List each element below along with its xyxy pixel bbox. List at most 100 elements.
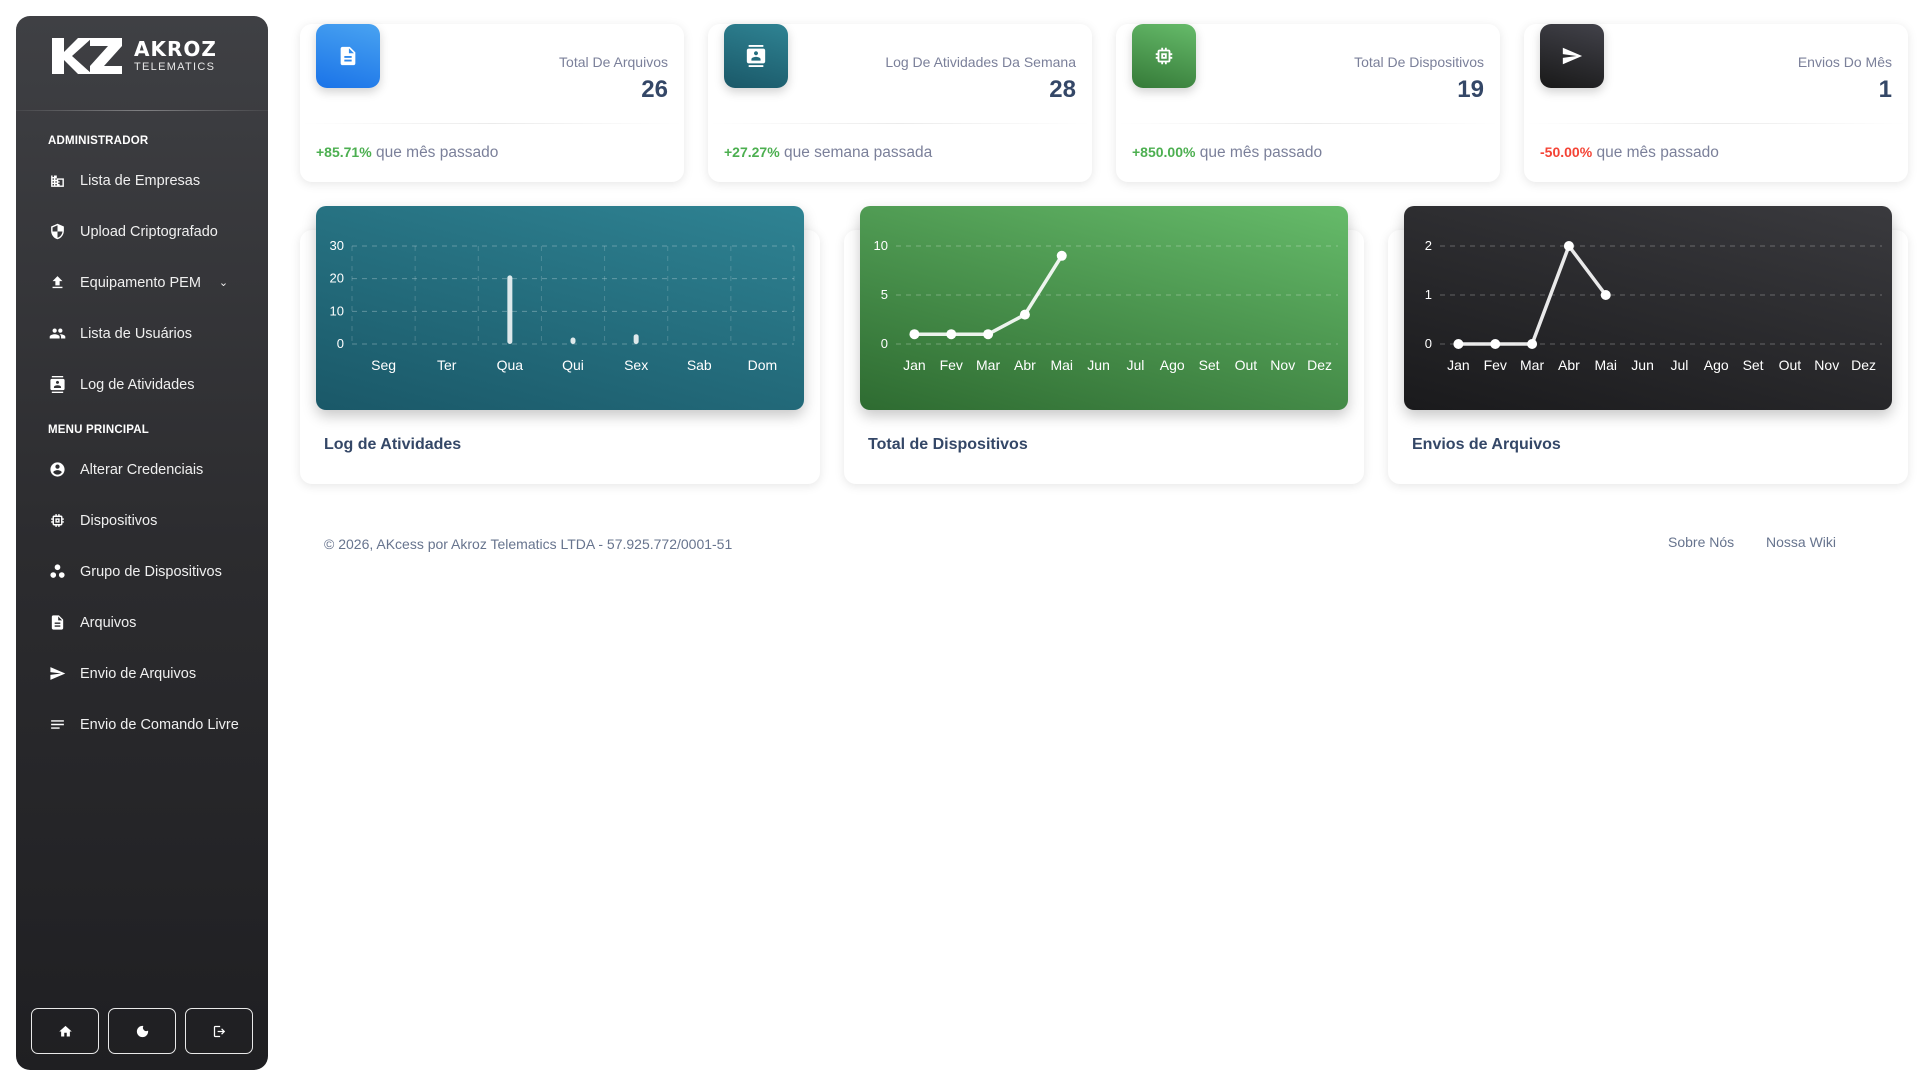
stat-footer: +850.00% que mês passado (1132, 144, 1322, 162)
stat-change: -50.00% (1540, 144, 1593, 160)
x-tick-label: Nov (1270, 357, 1295, 373)
brand-name: AKROZ (134, 37, 217, 61)
stat-card-total-dispositivos: Total De Dispositivos 19 +850.00% que mê… (1116, 24, 1500, 182)
bar-chart-log-atividades: 0 10 20 30 Seg Ter Qua Qui Sex Sab Dom (330, 238, 795, 373)
send-icon (48, 665, 66, 683)
x-tick-label: Jan (903, 357, 926, 373)
sidebar-item-label: Equipamento PEM (80, 274, 201, 291)
upload-icon (48, 274, 66, 292)
stat-label: Envios Do Mês (1797, 54, 1892, 70)
chart-total-dispositivos: 0 5 10 Jan Fev Mar Abr Mai Jun Jul Ago Set Out Nov Dez (860, 206, 1348, 410)
file-icon (48, 614, 66, 632)
stat-change: +850.00% (1132, 144, 1196, 160)
moon-icon (136, 1025, 148, 1037)
chart-log-atividades: 0 10 20 30 Seg Ter Qua Qui Sex Sab Dom (316, 206, 804, 410)
users-icon (48, 325, 66, 343)
stat-card-envios-mes: Envios Do Mês 1 -50.00% que mês passado (1524, 24, 1908, 182)
sidebar-item-label: Lista de Usuários (80, 325, 193, 342)
stat-label: Total De Arquivos (559, 54, 668, 70)
data-point (1527, 339, 1538, 349)
chart-card-log-atividades: 0 10 20 30 Seg Ter Qua Qui Sex Sab Dom Log de Ativ… (300, 206, 820, 484)
x-tick-label: Set (1199, 357, 1220, 373)
home-button[interactable] (31, 1008, 99, 1054)
sidebar-item-label: Arquivos (80, 614, 137, 631)
y-tick-label: 0 (881, 336, 888, 351)
chart-title: Total de Dispositivos (868, 436, 1028, 453)
x-tick-label: Ago (1704, 357, 1729, 373)
sidebar-item-grupo-dispositivos[interactable]: Grupo de Dispositivos (16, 546, 268, 597)
sidebar-item-lista-empresas[interactable]: Lista de Empresas (16, 155, 268, 206)
y-tick-label: 10 (874, 238, 888, 253)
section-title-admin: ADMINISTRADOR (48, 135, 149, 147)
dark-mode-button[interactable] (108, 1008, 176, 1054)
stat-label: Total De Dispositivos (1354, 54, 1484, 70)
sidebar-item-label: Lista de Empresas (80, 172, 201, 189)
footer-link-nossa-wiki[interactable]: Nossa Wiki (1766, 534, 1836, 550)
x-tick-label: Jun (1087, 357, 1110, 373)
line-chart-total-dispositivos: 0 5 10 Jan Fev Mar Abr Mai Jun Jul Ago Set Out Nov Dez (874, 238, 1338, 373)
sidebar-item-envio-arquivos[interactable]: Envio de Arquivos (16, 648, 268, 699)
x-tick-label: Fev (1484, 357, 1507, 373)
sidebar-item-lista-usuarios[interactable]: Lista de Usuários (16, 308, 268, 359)
chart-title: Envios de Arquivos (1412, 436, 1561, 453)
sidebar-item-dispositivos[interactable]: Dispositivos (16, 495, 268, 546)
sidebar-item-label: Envio de Arquivos (80, 665, 197, 682)
sidebar-item-label: Envio de Comando Livre (80, 716, 239, 733)
chip-icon (1132, 24, 1196, 88)
stat-footer: +85.71% que mês passado (316, 144, 498, 162)
contact-card-icon (48, 376, 66, 394)
x-tick-label: Mar (976, 357, 1000, 373)
x-tick-label: Seg (371, 357, 396, 373)
data-point (1563, 241, 1574, 251)
data-point (983, 329, 994, 340)
x-tick-label: Jul (1670, 357, 1688, 373)
stat-label: Log De Atividades Da Semana (885, 54, 1076, 70)
sidebar-item-log-atividades[interactable]: Log de Atividades (16, 359, 268, 410)
stat-value: 1 (1878, 76, 1892, 103)
x-tick-label: Dez (1307, 357, 1332, 373)
sidebar-bottom-actions (31, 1008, 253, 1054)
x-tick-label: Sab (687, 357, 712, 373)
section-title-main: MENU PRINCIPAL (48, 424, 149, 436)
chart-envios-arquivos: 0 1 2 Jan Fev Mar Abr Mai Jun Jul Ago Set Out Nov Dez (1404, 206, 1892, 410)
sidebar-item-label: Grupo de Dispositivos (80, 563, 222, 580)
logout-button[interactable] (185, 1008, 253, 1054)
y-tick-label: 0 (1425, 336, 1432, 351)
y-tick-label: 0 (337, 336, 344, 351)
y-tick-label: 2 (1425, 238, 1432, 253)
sidebar-item-upload-criptografado[interactable]: Upload Criptografado (16, 206, 268, 257)
stat-divider (708, 123, 1092, 124)
sidebar-item-label: Dispositivos (80, 512, 158, 529)
sidebar-divider (16, 110, 268, 111)
x-tick-label: Mai (1594, 357, 1617, 373)
x-tick-label: Jun (1631, 357, 1654, 373)
stat-card-log-atividades-semana: Log De Atividades Da Semana 28 +27.27% q… (708, 24, 1092, 182)
sidebar-item-arquivos[interactable]: Arquivos (16, 597, 268, 648)
x-tick-label: Ter (437, 357, 457, 373)
sidebar-item-alterar-credenciais[interactable]: Alterar Credenciais (16, 444, 268, 495)
chevron-down-icon[interactable]: ⌄ (219, 276, 228, 289)
brand-logo[interactable]: AKROZ TELEMATICS (16, 16, 268, 96)
sidebar-item-envio-comando-livre[interactable]: Envio de Comando Livre (16, 699, 268, 750)
data-point (1490, 339, 1501, 349)
footer-link-sobre-nos[interactable]: Sobre Nós (1668, 534, 1734, 550)
brand-subtitle: TELEMATICS (134, 61, 216, 73)
x-tick-label: Dez (1851, 357, 1876, 373)
stat-divider (300, 123, 684, 124)
group-icon (48, 563, 66, 581)
line-chart-envios-arquivos: 0 1 2 Jan Fev Mar Abr Mai Jun Jul Ago Set Out Nov Dez (1425, 238, 1882, 373)
sidebar: AKROZ TELEMATICS ADMINISTRADOR Lista de … (16, 16, 268, 1070)
logout-icon (213, 1025, 225, 1037)
home-icon (58, 1025, 72, 1036)
stat-change-suffix: que mês passado (1596, 144, 1719, 161)
sidebar-item-equipamento-pem[interactable]: Equipamento PEM ⌄ (16, 257, 268, 308)
x-tick-label: Set (1743, 357, 1764, 373)
x-tick-label: Sex (624, 357, 648, 373)
x-tick-label: Jan (1447, 357, 1470, 373)
x-tick-label: Fev (940, 357, 963, 373)
x-tick-label: Out (1235, 357, 1258, 373)
stat-change: +85.71% (316, 144, 372, 160)
akroz-logo-mark (52, 38, 122, 74)
x-tick-label: Out (1779, 357, 1802, 373)
data-point (1600, 290, 1611, 300)
